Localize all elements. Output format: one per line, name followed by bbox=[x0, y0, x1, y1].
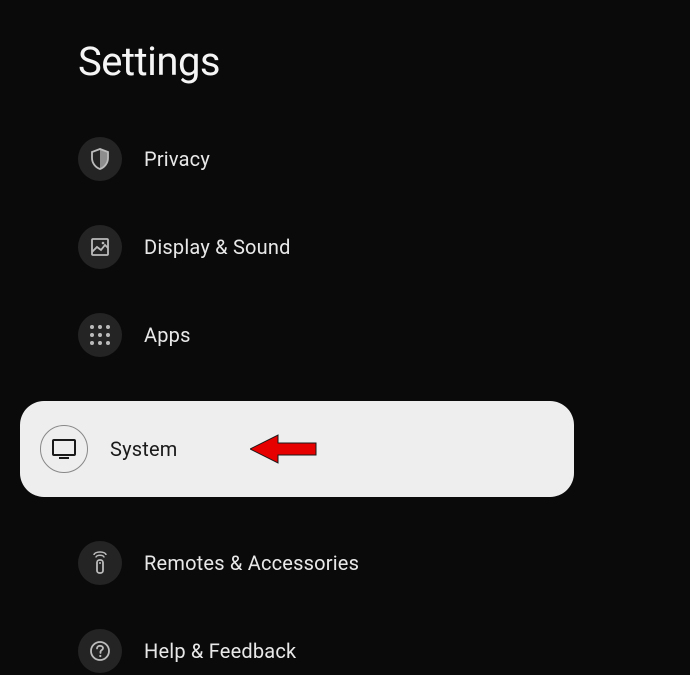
page-title: Settings bbox=[78, 38, 690, 85]
monitor-icon bbox=[40, 425, 88, 473]
menu-item-system[interactable]: System bbox=[20, 401, 574, 497]
menu-item-apps[interactable]: Apps bbox=[78, 313, 690, 357]
remote-icon bbox=[78, 541, 122, 585]
menu-item-label: Apps bbox=[144, 323, 191, 347]
image-icon bbox=[78, 225, 122, 269]
arrow-annotation-icon bbox=[250, 431, 320, 467]
menu-item-remotes[interactable]: Remotes & Accessories bbox=[78, 541, 690, 585]
menu-item-label: System bbox=[110, 437, 178, 461]
menu-item-label: Help & Feedback bbox=[144, 639, 296, 663]
menu-item-label: Remotes & Accessories bbox=[144, 551, 359, 575]
menu-item-help[interactable]: Help & Feedback bbox=[78, 629, 690, 673]
shield-icon bbox=[78, 137, 122, 181]
grid-icon bbox=[78, 313, 122, 357]
help-icon bbox=[78, 629, 122, 673]
menu-item-label: Display & Sound bbox=[144, 235, 291, 259]
menu-item-privacy[interactable]: Privacy bbox=[78, 137, 690, 181]
settings-menu: Privacy Display & Sound Apps bbox=[78, 137, 690, 673]
menu-item-display-sound[interactable]: Display & Sound bbox=[78, 225, 690, 269]
menu-item-label: Privacy bbox=[144, 147, 210, 171]
